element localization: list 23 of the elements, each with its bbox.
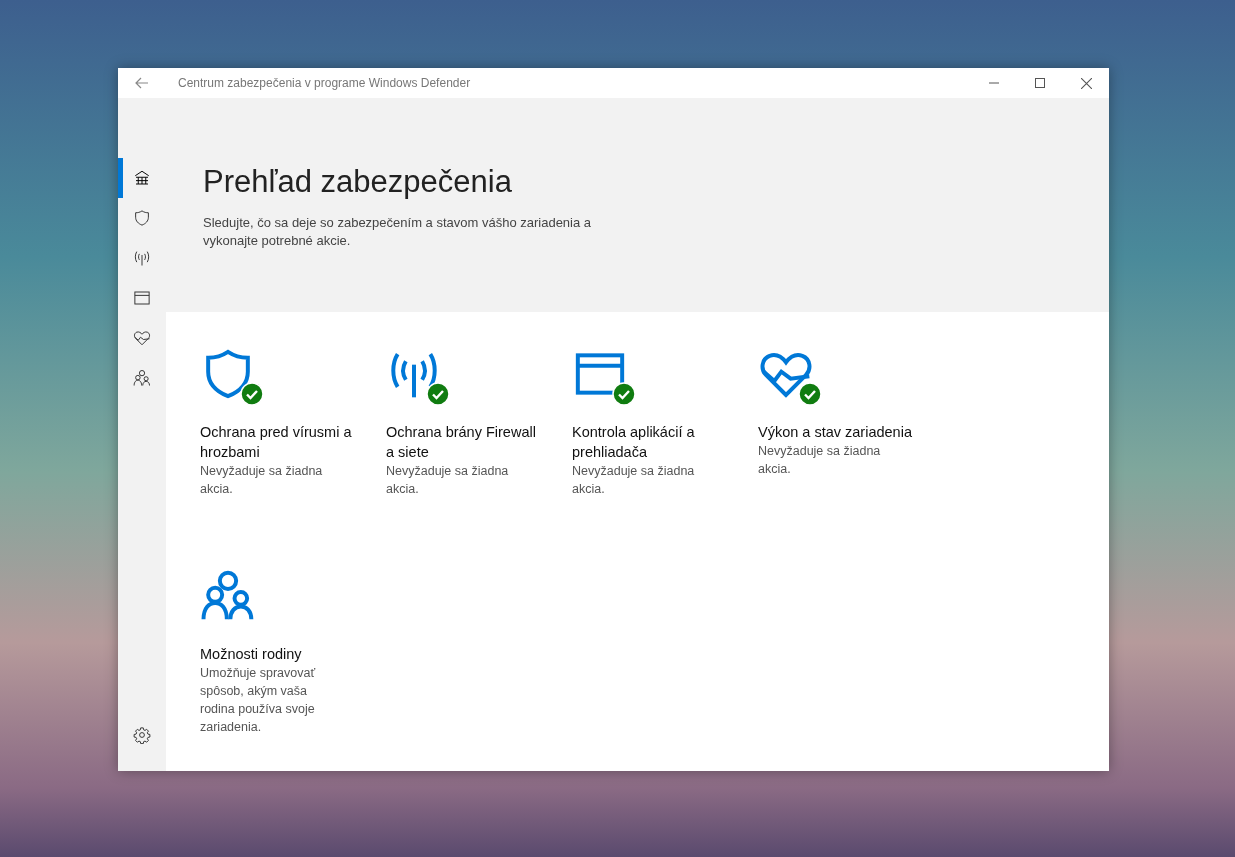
- browser-window-icon: [133, 289, 151, 307]
- tile-description: Umožňuje spravovať spôsob, akým vaša rodina používa svoje zariadenia.: [200, 665, 317, 736]
- close-icon: [1080, 77, 1092, 89]
- page-description: Sledujte, čo sa deje so zabezpečením a stavom vášho zariadenia a vykonajte potrebné akcie.: [203, 214, 593, 250]
- tile-title-link[interactable]: Možnosti rodiny: [200, 644, 360, 664]
- tile-description: Nevyžaduje sa žiadna akcia.: [758, 443, 882, 478]
- page-title: Prehľad zabezpečenia: [203, 163, 513, 201]
- home-icon: [133, 169, 151, 187]
- tile-title-link[interactable]: Ochrana pred vírusmi a hrozbami: [200, 422, 360, 462]
- people-icon: [133, 369, 151, 387]
- tile-description: Nevyžaduje sa žiadna akcia.: [572, 463, 696, 498]
- tile-title-link[interactable]: Ochrana brány Firewall a siete: [386, 422, 546, 462]
- back-arrow-icon: [135, 77, 149, 89]
- tile-title-link[interactable]: Výkon a stav zariadenia: [758, 422, 918, 442]
- shield-icon: [133, 209, 151, 227]
- tile-title-link[interactable]: Kontrola aplikácií a prehliadača: [572, 422, 732, 462]
- antenna-icon: [133, 249, 151, 267]
- tile-description: Nevyžaduje sa žiadna akcia.: [200, 463, 324, 498]
- settings-icon: [133, 726, 151, 744]
- tile-description: Nevyžaduje sa žiadna akcia.: [386, 463, 510, 498]
- heart-pulse-icon: [133, 329, 151, 347]
- maximize-icon: [1035, 78, 1045, 88]
- window-title: Centrum zabezpečenia v programe Windows Defender: [178, 75, 471, 92]
